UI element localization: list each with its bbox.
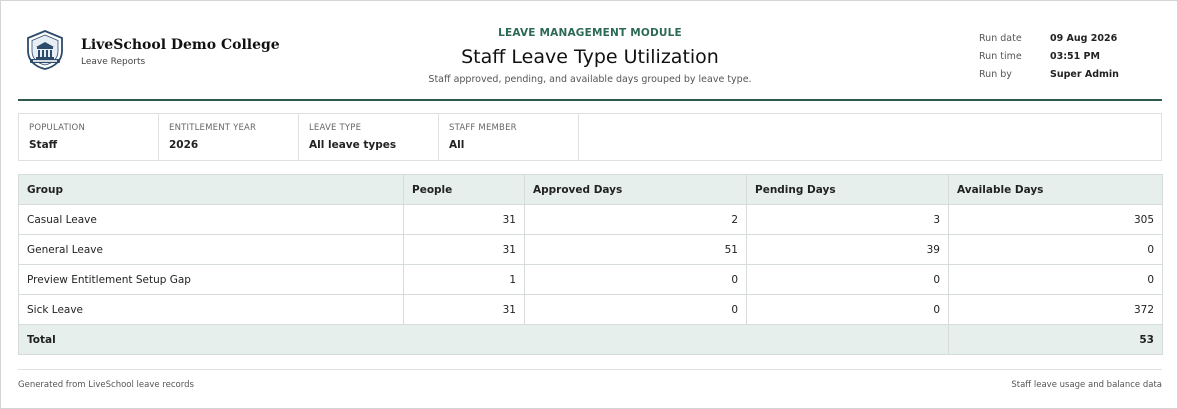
cell-approved-days: 2 [524, 204, 747, 235]
cell-people: 31 [403, 234, 525, 265]
filter-label: LEAVE TYPE [309, 123, 362, 133]
filter-value: All [449, 139, 465, 151]
footer-description: Staff leave usage and balance data [1011, 380, 1162, 390]
meta-value: 03:51 PM [1050, 50, 1100, 62]
cell-approved-days: 0 [524, 294, 747, 325]
filter-label: ENTITLEMENT YEAR [169, 123, 257, 133]
table-header-row: Group People Approved Days Pending Days … [18, 174, 1163, 205]
report-subtitle: Staff approved, pending, and available d… [428, 74, 752, 85]
filter-value: All leave types [309, 139, 397, 151]
utilization-table-wrap: Group People Approved Days Pending Days … [18, 174, 1163, 355]
meta-run-by: Run by Super Admin [979, 65, 1159, 83]
cell-group: General Leave [18, 234, 404, 265]
report-footer: Generated from LiveSchool leave records … [18, 369, 1162, 390]
report-title-block: LEAVE MANAGEMENT MODULE Staff Leave Type… [390, 15, 790, 85]
table-row: General Leave 31 51 39 0 [18, 234, 1163, 265]
column-header-available-days: Available Days [948, 174, 1163, 205]
org-subtitle: Leave Reports [81, 57, 146, 67]
cell-group: Casual Leave [18, 204, 404, 235]
cell-pending-days: 39 [746, 234, 949, 265]
module-label: LEAVE MANAGEMENT MODULE [498, 27, 682, 39]
column-header-people: People [403, 174, 525, 205]
footer-source: Generated from LiveSchool leave records [18, 380, 194, 390]
cell-people: 31 [403, 204, 525, 235]
report-header: LiveSchool Demo College Leave Reports LE… [18, 15, 1162, 101]
filter-summary: POPULATION Staff ENTITLEMENT YEAR 2026 L… [18, 113, 1162, 161]
cell-group: Sick Leave [18, 294, 404, 325]
cell-pending-days: 0 [746, 294, 949, 325]
table-row: Sick Leave 31 0 0 372 [18, 294, 1163, 325]
cell-available-days: 305 [948, 204, 1163, 235]
table-row: Casual Leave 31 2 3 305 [18, 204, 1163, 235]
cell-available-days: 0 [948, 234, 1163, 265]
column-header-approved-days: Approved Days [524, 174, 747, 205]
filter-entitlement-year: ENTITLEMENT YEAR 2026 [159, 114, 299, 160]
org-name: LiveSchool Demo College [81, 37, 280, 53]
cell-approved-days: 51 [524, 234, 747, 265]
meta-label: Run date [979, 32, 1022, 44]
column-header-group: Group [18, 174, 404, 205]
filter-value: Staff [29, 139, 58, 151]
cell-pending-days: 3 [746, 204, 949, 235]
utilization-table: Group People Approved Days Pending Days … [18, 174, 1163, 355]
page-title: Staff Leave Type Utilization [461, 46, 719, 68]
filter-label: STAFF MEMBER [449, 123, 517, 133]
meta-label: Run by [979, 68, 1012, 80]
cell-people: 1 [403, 264, 525, 295]
meta-run-date: Run date 09 Aug 2026 [979, 29, 1159, 47]
filter-leave-type: LEAVE TYPE All leave types [299, 114, 439, 160]
column-header-pending-days: Pending Days [746, 174, 949, 205]
table-total-row: Total 53 [18, 324, 1163, 355]
filter-staff-member: STAFF MEMBER All [439, 114, 579, 160]
total-value: 53 [948, 324, 1163, 355]
table-row: Preview Entitlement Setup Gap 1 0 0 0 [18, 264, 1163, 295]
meta-value: 09 Aug 2026 [1050, 32, 1118, 44]
report-page: LiveSchool Demo College Leave Reports LE… [0, 0, 1178, 409]
run-meta: Run date 09 Aug 2026 Run time 03:51 PM R… [979, 29, 1159, 83]
school-crest-icon [27, 30, 63, 70]
meta-value: Super Admin [1050, 68, 1119, 80]
filter-label: POPULATION [29, 123, 85, 133]
filter-population: POPULATION Staff [19, 114, 159, 160]
cell-pending-days: 0 [746, 264, 949, 295]
cell-approved-days: 0 [524, 264, 747, 295]
meta-label: Run time [979, 50, 1022, 62]
filter-value: 2026 [169, 139, 199, 151]
total-label: Total [18, 324, 949, 355]
cell-available-days: 0 [948, 264, 1163, 295]
cell-available-days: 372 [948, 294, 1163, 325]
meta-run-time: Run time 03:51 PM [979, 47, 1159, 65]
cell-people: 31 [403, 294, 525, 325]
cell-group: Preview Entitlement Setup Gap [18, 264, 404, 295]
